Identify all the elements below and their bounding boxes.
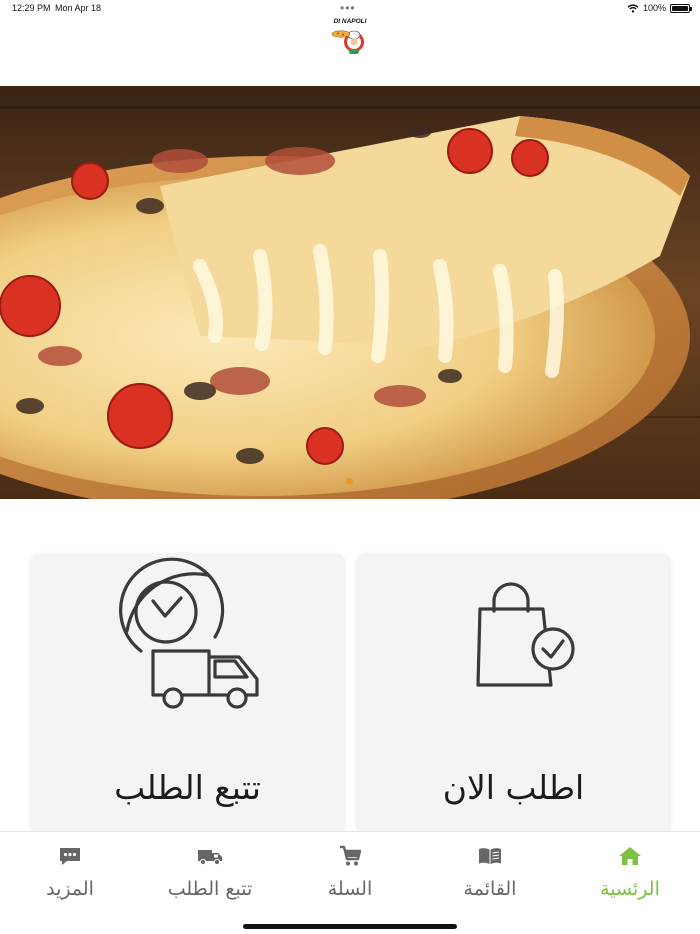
tab-menu-label: القائمة bbox=[463, 878, 517, 900]
tab-home-label: الرئسية bbox=[600, 878, 660, 900]
more-icon bbox=[60, 848, 80, 865]
bottom-tab-bar: المزيد تتبع الطلب السلة القائمة الرئسية bbox=[0, 831, 700, 934]
book-icon bbox=[479, 848, 501, 864]
battery-icon bbox=[670, 3, 692, 13]
tab-more-label: المزيد bbox=[46, 878, 94, 900]
tab-more[interactable]: المزيد bbox=[0, 832, 140, 912]
truck-icon bbox=[198, 850, 222, 866]
tab-track-order[interactable]: تتبع الطلب bbox=[140, 832, 280, 912]
tab-track-order-label: تتبع الطلب bbox=[167, 878, 253, 900]
tab-cart[interactable]: السلة bbox=[280, 832, 420, 912]
status-right: 100% bbox=[627, 3, 692, 13]
wifi-icon bbox=[627, 3, 639, 13]
tab-cart-label: السلة bbox=[327, 878, 373, 900]
chef-logo-icon bbox=[331, 30, 364, 54]
battery-percent: 100% bbox=[642, 3, 666, 13]
carousel-dot[interactable] bbox=[346, 478, 353, 485]
status-date: Mon Apr 18 bbox=[55, 3, 102, 13]
battery-fill bbox=[672, 5, 688, 11]
cart-icon bbox=[340, 845, 362, 866]
brand-logo: DI NAPOLI bbox=[326, 18, 374, 58]
tab-home[interactable]: الرئسية bbox=[560, 832, 700, 912]
home-icon bbox=[619, 847, 641, 865]
tab-menu[interactable]: القائمة bbox=[420, 832, 560, 912]
order-now-card[interactable]: اطلب الان bbox=[357, 553, 670, 835]
status-time: 12:29 PM bbox=[12, 3, 51, 13]
home-indicator[interactable] bbox=[243, 924, 457, 929]
track-order-label: تتبع الطلب bbox=[114, 768, 261, 807]
multitasking-dots-icon[interactable]: ••• bbox=[340, 1, 356, 15]
pizza-photo bbox=[0, 86, 700, 499]
shopping-bag-check-icon bbox=[476, 582, 575, 687]
clock-truck-icon bbox=[119, 557, 259, 709]
order-now-label: اطلب الان bbox=[442, 768, 585, 807]
track-order-card[interactable]: تتبع الطلب bbox=[31, 553, 344, 835]
hero-banner[interactable] bbox=[0, 86, 700, 499]
status-bar: 12:29 PM Mon Apr 18 ••• 100% bbox=[0, 0, 700, 18]
